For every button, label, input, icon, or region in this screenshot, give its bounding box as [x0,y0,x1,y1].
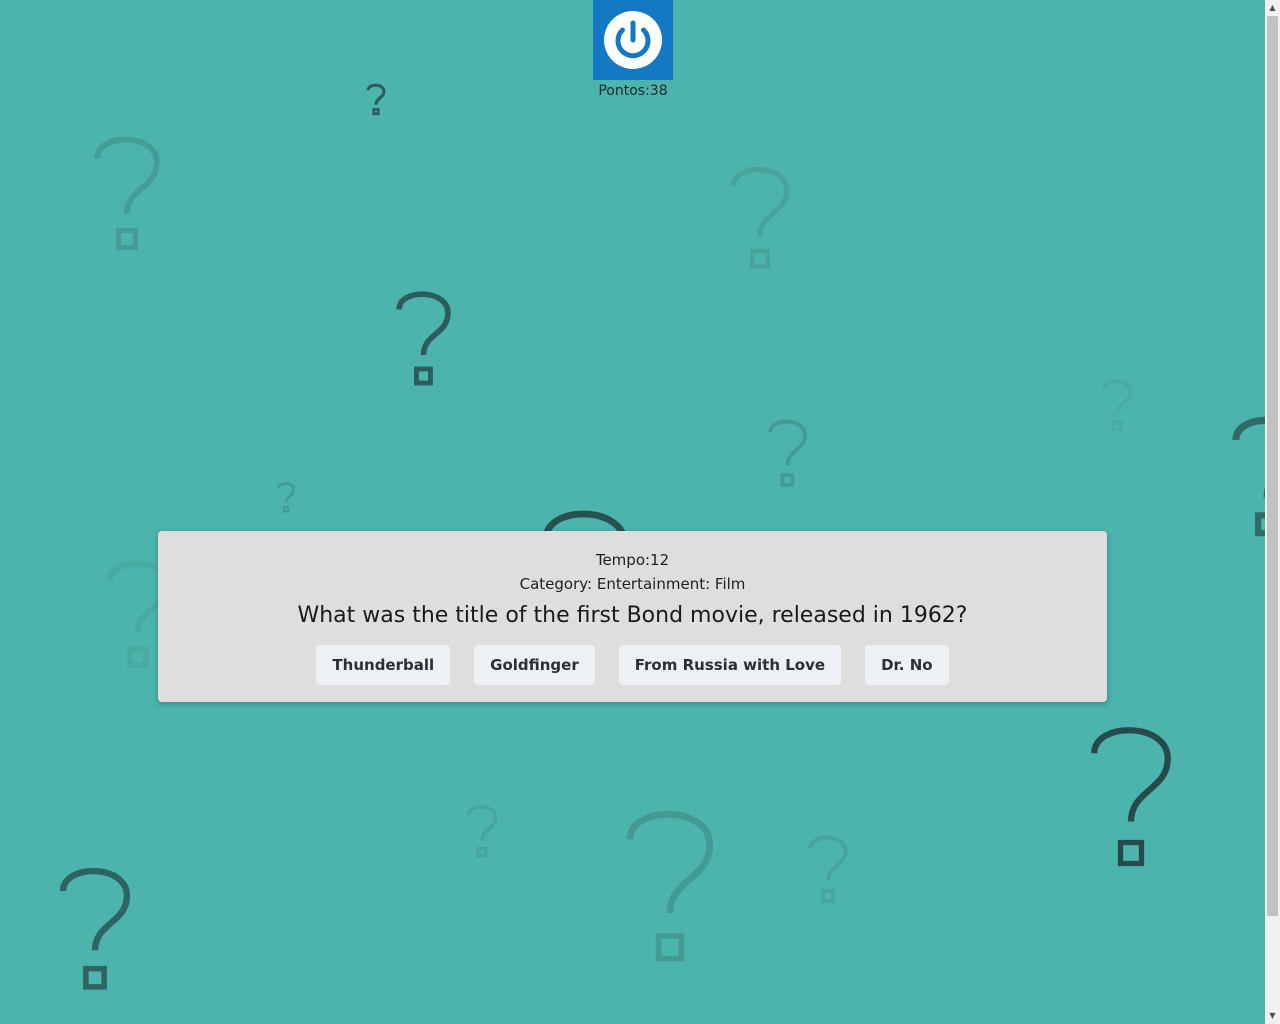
question-mark-icon [1232,417,1265,537]
game-viewport: Pontos:38 Tempo:12 Category: Entertainme… [0,0,1265,1024]
question-mark-icon [59,867,131,990]
answer-button-goldfinger[interactable]: Goldfinger [474,645,595,685]
scrollbar-thumb[interactable] [1267,16,1278,916]
timer-display: Tempo:12 [595,551,670,569]
scroll-down-icon[interactable]: ▼ [1265,1009,1280,1023]
question-mark-icon [730,166,790,269]
answer-button-from-russia-with-love[interactable]: From Russia with Love [618,645,842,685]
answer-options: Thunderball Goldfinger From Russia with … [158,645,1107,685]
power-button[interactable] [593,0,673,80]
question-mark-icon [768,419,808,487]
power-icon [604,11,662,69]
question-mark-icon [1101,379,1133,432]
question-mark-icon [466,805,498,858]
question-mark-icon [276,482,296,513]
question-mark-icon [1091,727,1171,867]
question-mark-icon [626,810,714,962]
score-display: Pontos:38 [598,83,668,99]
answer-button-thunderball[interactable]: Thunderball [316,645,451,685]
answer-button-dr-no[interactable]: Dr. No [865,645,949,685]
question-mark-icon [94,136,160,251]
question-mark-icon [808,835,848,903]
question-card: Tempo:12 Category: Entertainment: Film W… [158,531,1107,702]
scroll-up-icon[interactable]: ▲ [1265,1,1280,15]
vertical-scrollbar[interactable]: ▲ ▼ [1265,0,1280,1024]
question-mark-icon [366,83,386,116]
question-text: What was the title of the first Bond mov… [297,603,968,628]
category-label: Category: Entertainment: Film [519,575,746,593]
question-mark-icon [396,291,451,386]
